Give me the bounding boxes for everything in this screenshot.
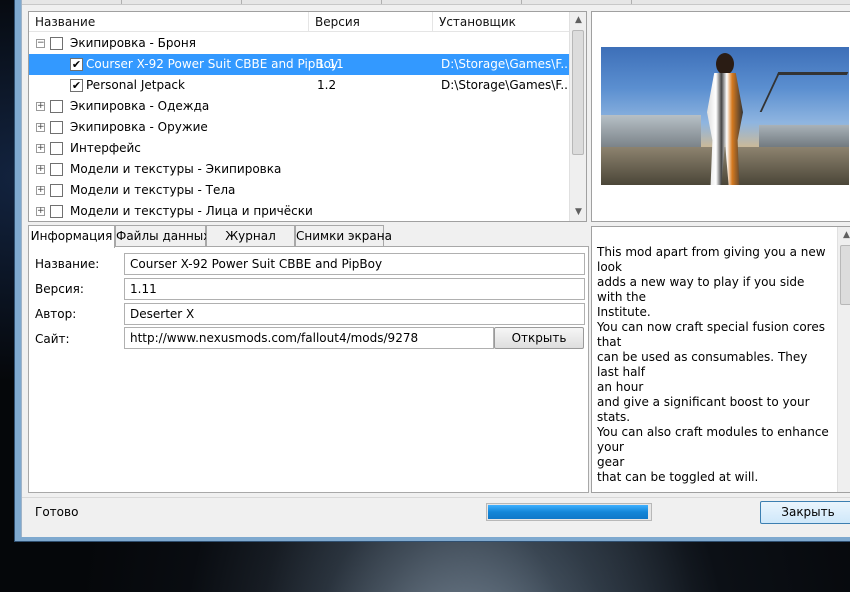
progress-bar [486,503,652,521]
status-text: Готово [35,505,79,519]
scrollbar-thumb[interactable] [840,245,850,305]
row-name: Модели и текстуры - Экипировка [70,162,282,176]
description-scrollbar[interactable]: ▲ [837,227,850,492]
description-line: This mod apart from giving you a new loo… [597,245,826,274]
row-checkbox[interactable] [50,163,63,176]
tree-row[interactable]: ✔ Personal Jetpack 1.2 D:\Storage\Games\F..… [29,75,572,96]
image-crane [759,72,849,112]
version-field[interactable]: 1.11 [124,278,585,300]
close-button[interactable]: Закрыть [760,501,850,524]
description-line: gear [597,455,625,469]
description-line: an hour [597,380,644,394]
scroll-up-icon[interactable]: ▲ [570,12,586,29]
image-character-head [716,53,734,75]
column-header-version[interactable]: Версия [309,12,433,32]
scroll-down-icon[interactable]: ▼ [570,204,586,221]
toolbar-segment [522,0,632,4]
image-ground [601,147,849,185]
tab-info[interactable]: Информация [28,225,115,248]
row-version: 1.2 [317,78,337,92]
row-name: Модели и текстуры - Тела [70,183,236,197]
mod-manager-window: Название Версия Установщик − Экипировка -… [14,0,850,542]
row-checkbox[interactable] [50,142,63,155]
expand-icon[interactable]: + [36,207,45,216]
name-label: Название: [35,257,100,271]
tree-row[interactable]: + Модели и текстуры - Экипировка [29,159,570,180]
expand-icon[interactable]: + [36,123,45,132]
author-field[interactable]: Deserter X [124,303,585,325]
site-field[interactable]: http://www.nexusmods.com/fallout4/mods/9… [124,327,494,349]
row-name: Personal Jetpack [86,78,185,92]
expand-icon[interactable]: + [36,186,45,195]
expand-icon[interactable]: + [36,165,45,174]
description-line: Institute. [597,305,651,319]
row-name: Экипировка - Броня [70,36,196,50]
row-checkbox[interactable]: ✔ [70,79,83,92]
info-tab-content: Название: Courser X-92 Power Suit CBBE a… [28,246,589,493]
author-label: Автор: [35,307,77,321]
row-installer: D:\Storage\Games\F... [441,57,572,71]
tree-row[interactable]: + Экипировка - Оружие [29,117,570,138]
row-version: 1.11 [317,57,344,71]
description-line: and give a significant boost to your sta… [597,395,810,424]
mod-preview-image [601,47,849,185]
mod-description-text: This mod apart from giving you a new loo… [597,245,831,492]
version-label: Версия: [35,282,84,296]
top-toolbar-remnant [22,0,850,5]
description-line [597,485,831,492]
toolbar-segment [242,0,382,4]
description-line: You can also craft modules to enhance yo… [597,425,829,454]
tree-row[interactable]: + Экипировка - Одежда [29,96,570,117]
scrollbar-thumb[interactable] [572,30,584,155]
status-separator [22,497,850,498]
tree-rows: − Экипировка - Броня ✔ Courser X-92 Power S… [29,33,572,221]
column-header-installer[interactable]: Установщик [433,12,570,32]
row-name: Courser X-92 Power Suit CBBE and PipBoy [86,57,339,71]
toolbar-segment [122,0,242,4]
row-installer: D:\Storage\Games\F... [441,78,572,92]
name-field[interactable]: Courser X-92 Power Suit CBBE and PipBoy [124,253,585,275]
check-icon: ✔ [71,58,82,71]
row-checkbox[interactable] [50,184,63,197]
row-name: Интерфейс [70,141,141,155]
mod-tree-list[interactable]: Название Версия Установщик − Экипировка -… [28,11,587,222]
row-checkbox[interactable]: ✔ [70,58,83,71]
description-line: adds a new way to play if you side with … [597,275,805,304]
tree-row[interactable]: − Экипировка - Броня [29,33,570,54]
tab-screenshots[interactable]: Снимки экрана [295,225,392,247]
tree-row[interactable]: + Модели и текстуры - Лица и причёски [29,201,570,221]
row-checkbox[interactable] [50,121,63,134]
tree-scrollbar[interactable]: ▲ ▼ [569,12,586,221]
row-name: Экипировка - Оружие [70,120,208,134]
mod-description-panel[interactable]: This mod apart from giving you a new loo… [591,226,850,493]
tab-data-files[interactable]: Файлы данных [115,225,210,247]
toolbar-segment [22,0,122,4]
row-checkbox[interactable] [50,100,63,113]
preview-image-panel [591,11,850,222]
description-line: You can now craft special fusion cores t… [597,320,825,349]
collapse-icon[interactable]: − [36,39,45,48]
toolbar-segment [382,0,522,4]
row-name: Экипировка - Одежда [70,99,210,113]
tab-log[interactable]: Журнал [206,225,295,247]
row-name: Модели и текстуры - Лица и причёски [70,204,313,218]
tree-row[interactable]: + Модели и текстуры - Тела [29,180,570,201]
tree-header: Название Версия Установщик [29,12,570,32]
check-icon: ✔ [71,79,82,92]
description-line: that can be toggled at will. [597,470,759,484]
description-line: can be used as consumables. They last ha… [597,350,808,379]
expand-icon[interactable]: + [36,144,45,153]
row-checkbox[interactable] [50,37,63,50]
row-checkbox[interactable] [50,205,63,218]
progress-fill [488,505,648,519]
window-client-area: Название Версия Установщик − Экипировка -… [21,0,850,537]
tree-row[interactable]: + Интерфейс [29,138,570,159]
tree-row[interactable]: ✔ Courser X-92 Power Suit CBBE and PipBoy… [29,54,572,75]
column-header-name[interactable]: Название [29,12,309,32]
site-label: Сайт: [35,332,70,346]
scroll-up-icon[interactable]: ▲ [838,227,850,244]
expand-icon[interactable]: + [36,102,45,111]
open-site-button[interactable]: Открыть [494,327,584,349]
